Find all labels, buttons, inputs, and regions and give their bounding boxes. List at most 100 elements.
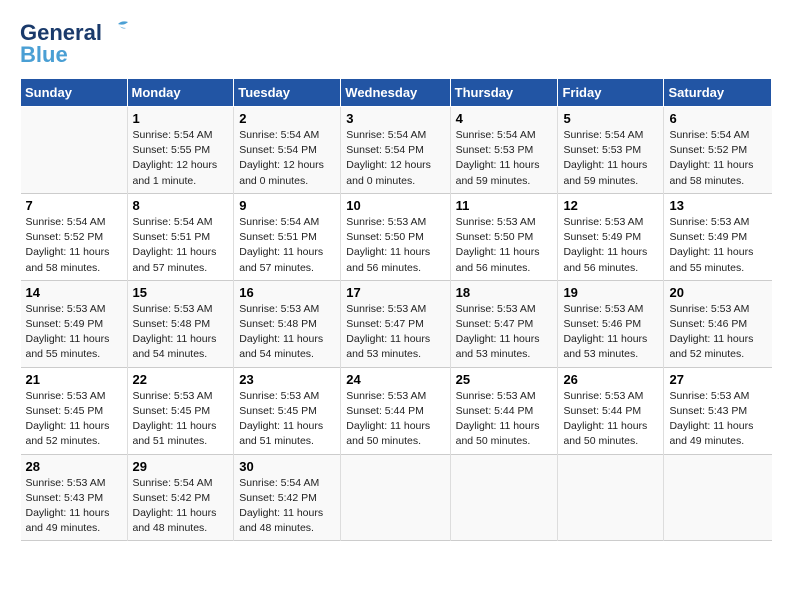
calendar-cell: 26 Sunrise: 5:53 AMSunset: 5:44 PMDayligh… — [558, 367, 664, 454]
day-info: Sunrise: 5:53 AMSunset: 5:46 PMDaylight:… — [563, 302, 658, 363]
calendar-cell: 16 Sunrise: 5:53 AMSunset: 5:48 PMDayligh… — [234, 280, 341, 367]
calendar-table: SundayMondayTuesdayWednesdayThursdayFrid… — [20, 78, 772, 541]
day-number: 11 — [456, 198, 553, 213]
calendar-cell: 3 Sunrise: 5:54 AMSunset: 5:54 PMDaylight… — [341, 107, 450, 194]
calendar-cell — [664, 454, 772, 541]
day-info: Sunrise: 5:54 AMSunset: 5:53 PMDaylight:… — [456, 128, 553, 189]
day-info: Sunrise: 5:53 AMSunset: 5:49 PMDaylight:… — [669, 215, 766, 276]
day-number: 26 — [563, 372, 658, 387]
calendar-cell: 23 Sunrise: 5:53 AMSunset: 5:45 PMDayligh… — [234, 367, 341, 454]
calendar-cell: 28 Sunrise: 5:53 AMSunset: 5:43 PMDayligh… — [21, 454, 128, 541]
day-info: Sunrise: 5:53 AMSunset: 5:44 PMDaylight:… — [563, 389, 658, 450]
calendar-cell: 29 Sunrise: 5:54 AMSunset: 5:42 PMDayligh… — [127, 454, 234, 541]
day-number: 15 — [133, 285, 229, 300]
day-number: 3 — [346, 111, 444, 126]
calendar-cell: 25 Sunrise: 5:53 AMSunset: 5:44 PMDayligh… — [450, 367, 558, 454]
day-number: 4 — [456, 111, 553, 126]
calendar-cell: 30 Sunrise: 5:54 AMSunset: 5:42 PMDayligh… — [234, 454, 341, 541]
day-info: Sunrise: 5:53 AMSunset: 5:47 PMDaylight:… — [456, 302, 553, 363]
day-info: Sunrise: 5:53 AMSunset: 5:44 PMDaylight:… — [456, 389, 553, 450]
weekday-header-monday: Monday — [127, 79, 234, 107]
calendar-cell: 6 Sunrise: 5:54 AMSunset: 5:52 PMDaylight… — [664, 107, 772, 194]
calendar-cell: 7Sunrise: 5:54 AMSunset: 5:52 PMDaylight… — [21, 193, 128, 280]
day-info: Sunrise: 5:53 AMSunset: 5:44 PMDaylight:… — [346, 389, 444, 450]
day-info: Sunrise: 5:53 AMSunset: 5:43 PMDaylight:… — [26, 476, 122, 537]
logo: General Blue — [20, 20, 132, 68]
weekday-header-wednesday: Wednesday — [341, 79, 450, 107]
day-number: 23 — [239, 372, 335, 387]
calendar-cell: 5Sunrise: 5:54 AMSunset: 5:53 PMDaylight… — [558, 107, 664, 194]
day-info: Sunrise: 5:53 AMSunset: 5:49 PMDaylight:… — [563, 215, 658, 276]
day-number: 21 — [26, 372, 122, 387]
calendar-week-4: 21 Sunrise: 5:53 AMSunset: 5:45 PMDayligh… — [21, 367, 772, 454]
day-number: 9 — [239, 198, 335, 213]
weekday-header-tuesday: Tuesday — [234, 79, 341, 107]
day-number: 2 — [239, 111, 335, 126]
day-info: Sunrise: 5:54 AMSunset: 5:54 PMDaylight:… — [346, 128, 444, 189]
calendar-cell — [341, 454, 450, 541]
calendar-cell: 14Sunrise: 5:53 AMSunset: 5:49 PMDayligh… — [21, 280, 128, 367]
day-info: Sunrise: 5:53 AMSunset: 5:46 PMDaylight:… — [669, 302, 766, 363]
calendar-cell: 2 Sunrise: 5:54 AMSunset: 5:54 PMDaylight… — [234, 107, 341, 194]
logo-bird-icon — [104, 20, 132, 42]
calendar-cell — [450, 454, 558, 541]
day-info: Sunrise: 5:54 AMSunset: 5:52 PMDaylight:… — [26, 215, 122, 276]
calendar-cell: 12 Sunrise: 5:53 AMSunset: 5:49 PMDayligh… — [558, 193, 664, 280]
calendar-cell: 15 Sunrise: 5:53 AMSunset: 5:48 PMDayligh… — [127, 280, 234, 367]
calendar-cell: 18 Sunrise: 5:53 AMSunset: 5:47 PMDayligh… — [450, 280, 558, 367]
page-header: General Blue — [20, 20, 772, 68]
day-info: Sunrise: 5:53 AMSunset: 5:48 PMDaylight:… — [239, 302, 335, 363]
day-info: Sunrise: 5:54 AMSunset: 5:55 PMDaylight:… — [133, 128, 229, 189]
calendar-cell: 24 Sunrise: 5:53 AMSunset: 5:44 PMDayligh… — [341, 367, 450, 454]
day-info: Sunrise: 5:54 AMSunset: 5:54 PMDaylight:… — [239, 128, 335, 189]
day-number: 22 — [133, 372, 229, 387]
day-number: 10 — [346, 198, 444, 213]
day-number: 12 — [563, 198, 658, 213]
calendar-week-2: 7Sunrise: 5:54 AMSunset: 5:52 PMDaylight… — [21, 193, 772, 280]
logo-blue: Blue — [20, 42, 68, 68]
calendar-cell: 8Sunrise: 5:54 AMSunset: 5:51 PMDaylight… — [127, 193, 234, 280]
day-number: 16 — [239, 285, 335, 300]
day-number: 13 — [669, 198, 766, 213]
weekday-header-saturday: Saturday — [664, 79, 772, 107]
day-number: 5 — [563, 111, 658, 126]
calendar-cell: 9 Sunrise: 5:54 AMSunset: 5:51 PMDaylight… — [234, 193, 341, 280]
day-number: 17 — [346, 285, 444, 300]
calendar-cell — [21, 107, 128, 194]
weekday-header-thursday: Thursday — [450, 79, 558, 107]
day-number: 25 — [456, 372, 553, 387]
day-number: 27 — [669, 372, 766, 387]
weekday-header-sunday: Sunday — [21, 79, 128, 107]
calendar-cell: 19 Sunrise: 5:53 AMSunset: 5:46 PMDayligh… — [558, 280, 664, 367]
day-info: Sunrise: 5:54 AMSunset: 5:42 PMDaylight:… — [133, 476, 229, 537]
day-info: Sunrise: 5:53 AMSunset: 5:48 PMDaylight:… — [133, 302, 229, 363]
day-number: 8 — [133, 198, 229, 213]
day-number: 30 — [239, 459, 335, 474]
day-info: Sunrise: 5:53 AMSunset: 5:45 PMDaylight:… — [26, 389, 122, 450]
day-info: Sunrise: 5:53 AMSunset: 5:45 PMDaylight:… — [239, 389, 335, 450]
calendar-week-1: 1 Sunrise: 5:54 AMSunset: 5:55 PMDaylight… — [21, 107, 772, 194]
day-number: 1 — [133, 111, 229, 126]
day-info: Sunrise: 5:54 AMSunset: 5:42 PMDaylight:… — [239, 476, 335, 537]
day-info: Sunrise: 5:53 AMSunset: 5:47 PMDaylight:… — [346, 302, 444, 363]
day-number: 6 — [669, 111, 766, 126]
day-info: Sunrise: 5:54 AMSunset: 5:51 PMDaylight:… — [239, 215, 335, 276]
calendar-cell: 21 Sunrise: 5:53 AMSunset: 5:45 PMDayligh… — [21, 367, 128, 454]
calendar-cell — [558, 454, 664, 541]
day-number: 28 — [26, 459, 122, 474]
day-info: Sunrise: 5:53 AMSunset: 5:45 PMDaylight:… — [133, 389, 229, 450]
weekday-header-row: SundayMondayTuesdayWednesdayThursdayFrid… — [21, 79, 772, 107]
calendar-cell: 27 Sunrise: 5:53 AMSunset: 5:43 PMDayligh… — [664, 367, 772, 454]
day-info: Sunrise: 5:53 AMSunset: 5:43 PMDaylight:… — [669, 389, 766, 450]
calendar-cell: 13 Sunrise: 5:53 AMSunset: 5:49 PMDayligh… — [664, 193, 772, 280]
day-number: 19 — [563, 285, 658, 300]
calendar-cell: 11Sunrise: 5:53 AMSunset: 5:50 PMDayligh… — [450, 193, 558, 280]
day-number: 18 — [456, 285, 553, 300]
weekday-header-friday: Friday — [558, 79, 664, 107]
day-number: 24 — [346, 372, 444, 387]
calendar-cell: 17 Sunrise: 5:53 AMSunset: 5:47 PMDayligh… — [341, 280, 450, 367]
calendar-cell: 10Sunrise: 5:53 AMSunset: 5:50 PMDayligh… — [341, 193, 450, 280]
day-number: 29 — [133, 459, 229, 474]
calendar-cell: 22 Sunrise: 5:53 AMSunset: 5:45 PMDayligh… — [127, 367, 234, 454]
day-info: Sunrise: 5:54 AMSunset: 5:52 PMDaylight:… — [669, 128, 766, 189]
